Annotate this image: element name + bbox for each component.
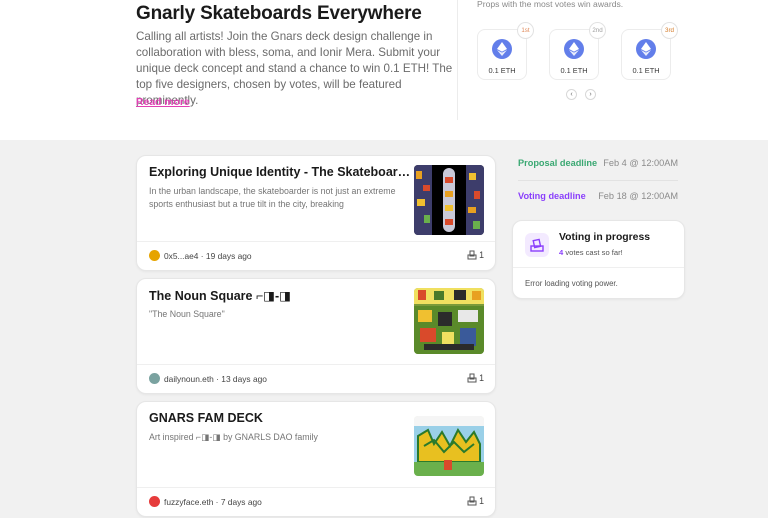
ballot-box-icon bbox=[467, 496, 477, 506]
proposal-deadline-row: Proposal deadline Feb 4 @ 12:00AM bbox=[518, 158, 678, 172]
award-card-3: 0.1 ETH 3rd bbox=[621, 22, 678, 80]
proposal-thumbnail[interactable] bbox=[414, 416, 484, 476]
proposal-votes: 1 bbox=[467, 373, 484, 383]
proposal-votes: 1 bbox=[467, 250, 484, 260]
voting-status-title: Voting in progress bbox=[559, 232, 651, 243]
proposal-title[interactable]: Exploring Unique Identity - The Skateboa… bbox=[149, 165, 411, 179]
contest-header: Gnarly Skateboards Everywhere Calling al… bbox=[0, 0, 768, 140]
proposal-description: In the urban landscape, the skateboarder… bbox=[149, 186, 396, 209]
proposal-author: 0x5...ae4 · 19 days ago bbox=[164, 251, 252, 261]
award-amount: 0.1 ETH bbox=[632, 66, 660, 75]
awards-next-button[interactable]: › bbox=[585, 89, 596, 100]
proposal-author: fuzzyface.eth · 7 days ago bbox=[164, 497, 262, 507]
header-divider bbox=[457, 0, 458, 120]
awards-prev-button[interactable]: ‹ bbox=[566, 89, 577, 100]
proposal-card[interactable]: Exploring Unique Identity - The Skateboa… bbox=[136, 155, 496, 271]
proposal-footer: fuzzyface.eth · 7 days ago 1 bbox=[137, 487, 495, 516]
award-card-1: 0.1 ETH 1st bbox=[477, 22, 534, 80]
award-place-badge: 1st bbox=[517, 22, 534, 39]
ethereum-icon bbox=[564, 39, 584, 59]
votes-cast-text: 4 votes cast so far! bbox=[559, 248, 623, 257]
proposal-footer: 0x5...ae4 · 19 days ago 1 bbox=[137, 241, 495, 270]
awards-note: Props with the most votes win awards. bbox=[477, 0, 624, 9]
voting-deadline-label: Voting deadline bbox=[518, 191, 586, 201]
page-title: Gnarly Skateboards Everywhere bbox=[136, 3, 422, 24]
status-divider bbox=[513, 267, 684, 268]
proposal-card[interactable]: GNARS FAM DECK Art inspired ⌐◨-◨ by GNAR… bbox=[136, 401, 496, 517]
proposal-title[interactable]: The Noun Square ⌐◨-◨ bbox=[149, 288, 411, 303]
proposal-deadline-label: Proposal deadline bbox=[518, 158, 598, 168]
award-card-2: 0.1 ETH 2nd bbox=[549, 22, 606, 80]
proposal-card[interactable]: The Noun Square ⌐◨-◨ "The Noun Square" d… bbox=[136, 278, 496, 394]
proposal-thumbnail[interactable] bbox=[414, 165, 484, 235]
ethereum-icon bbox=[492, 39, 512, 59]
avatar[interactable] bbox=[149, 373, 160, 384]
award-place-badge: 2nd bbox=[589, 22, 606, 39]
avatar[interactable] bbox=[149, 496, 160, 507]
award-amount: 0.1 ETH bbox=[488, 66, 516, 75]
voting-status-card: Voting in progress 4 votes cast so far! … bbox=[512, 220, 685, 299]
proposal-description: Art inspired ⌐◨-◨ by GNARLS DAO family bbox=[149, 432, 318, 442]
ballot-box-icon bbox=[525, 233, 549, 257]
proposal-thumbnail[interactable] bbox=[414, 288, 484, 354]
deadline-divider bbox=[518, 180, 678, 181]
award-place-badge: 3rd bbox=[661, 22, 678, 39]
ballot-box-icon bbox=[467, 373, 477, 383]
proposal-votes: 1 bbox=[467, 496, 484, 506]
ballot-box-icon bbox=[467, 250, 477, 260]
voting-deadline-value: Feb 18 @ 12:00AM bbox=[598, 191, 678, 201]
read-more-link[interactable]: Read more bbox=[136, 97, 190, 108]
award-amount: 0.1 ETH bbox=[560, 66, 588, 75]
proposal-title[interactable]: GNARS FAM DECK bbox=[149, 411, 411, 425]
proposal-deadline-value: Feb 4 @ 12:00AM bbox=[603, 158, 678, 168]
voting-power-error: Error loading voting power. bbox=[525, 279, 618, 288]
proposal-author: dailynoun.eth · 13 days ago bbox=[164, 374, 267, 384]
proposal-description: "The Noun Square" bbox=[149, 309, 225, 319]
proposal-footer: dailynoun.eth · 13 days ago 1 bbox=[137, 364, 495, 393]
voting-deadline-row: Voting deadline Feb 18 @ 12:00AM bbox=[518, 191, 678, 205]
ethereum-icon bbox=[636, 39, 656, 59]
avatar[interactable] bbox=[149, 250, 160, 261]
